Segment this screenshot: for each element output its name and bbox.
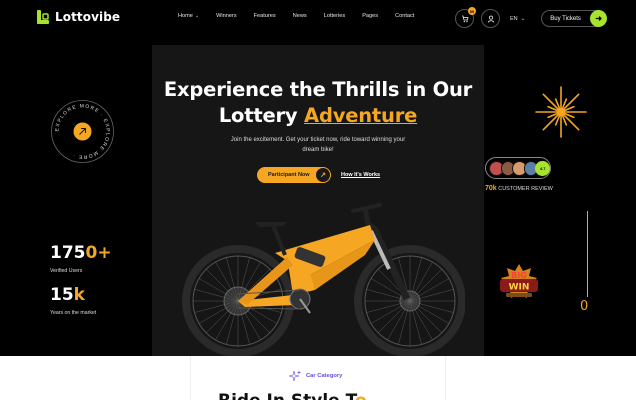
participate-label: Participant Now [268, 172, 310, 178]
participate-button[interactable]: Participant Now ↗ [257, 167, 331, 183]
hero-title-line1: Experience the Thrills in Our [163, 78, 473, 101]
hero-title-highlight: Adventure [304, 104, 418, 127]
user-icon [487, 15, 494, 23]
nav-item-contact[interactable]: Contact [395, 13, 414, 19]
category-label: Car Category [306, 372, 343, 379]
buy-tickets-button[interactable]: Buy Tickets ➜ [541, 10, 608, 27]
nav-label: Winners [216, 13, 237, 19]
progress-line [587, 211, 588, 297]
big-win-line1: BIG [511, 271, 527, 280]
nav-item-news[interactable]: News [293, 13, 307, 19]
arrow-up-right-icon: ↗ [316, 168, 330, 182]
customer-review: 70k CUSTOMER REVIEW [485, 185, 553, 192]
site-header: Lottovibe Home ⌄ Winners Features News Lotter… [0, 0, 636, 36]
nav-label: News [292, 13, 307, 19]
logo-icon [37, 10, 49, 24]
chevron-down-icon: ⌄ [520, 15, 526, 22]
bike-image [182, 203, 465, 357]
hero-title: Experience the Thrills in Our Lottery Ad… [152, 77, 484, 129]
nav-item-features[interactable]: Features [254, 13, 276, 19]
nav-item-home[interactable]: Home ⌄ [178, 13, 199, 19]
cart-button[interactable]: 00 [455, 7, 476, 28]
chevron-down-icon: ⌄ [194, 13, 200, 19]
main-nav: Home ⌄ Winners Features News Lotteries Pages Co… [178, 13, 431, 19]
language-select[interactable]: EN ⌄ [510, 16, 525, 22]
nav-item-pages[interactable]: Pages [362, 13, 378, 19]
arrow-right-icon: ➜ [590, 10, 608, 27]
stat-years-label: Years on the market [50, 310, 97, 316]
nav-label: Pages [362, 13, 379, 19]
nav-label: Home [178, 13, 193, 19]
cart-icon [461, 15, 468, 22]
stat-users-number: 1750+ [50, 243, 112, 263]
nav-label: Contact [395, 13, 415, 19]
hero-subtitle: Join the excitement. Get your ticket now… [230, 137, 406, 153]
buy-tickets-label: Buy Tickets [550, 15, 581, 22]
hero-title-line2: Lottery [218, 104, 305, 127]
nav-label: Features [253, 13, 276, 19]
brand-name: Lottovibe [55, 10, 121, 24]
big-win-line2: WIN [509, 283, 530, 293]
header-actions: 00 EN ⌄ Buy Tickets ➜ [455, 7, 608, 28]
category-title: Ride In Style To [218, 391, 367, 400]
rating-badge: 4.7 [535, 160, 550, 176]
sparkle-icon [288, 370, 301, 381]
nav-item-lotteries[interactable]: Lotteries [324, 13, 345, 19]
customer-avatars: 4.7 [485, 157, 551, 179]
category-header: Car Category [288, 370, 342, 381]
big-win-logo: BIG WIN [500, 264, 538, 298]
nav-label: Lotteries [323, 13, 346, 19]
cart-count-badge: 00 [468, 7, 476, 15]
explore-more-badge[interactable]: EXPLORE MORE · EXPLORE MORE · [50, 99, 115, 164]
hero-actions: Participant Now ↗ How It's Works [257, 167, 380, 183]
starburst-icon [535, 86, 587, 138]
how-it-works-link[interactable]: How It's Works [341, 172, 380, 178]
account-button[interactable] [481, 9, 500, 28]
stat-years-number: 15k [50, 285, 85, 305]
nav-item-winners[interactable]: Winners [216, 13, 237, 19]
language-value: EN [510, 15, 518, 22]
slide-counter: 0 [580, 299, 589, 314]
stat-users-label: Verified Users [50, 268, 83, 274]
logo[interactable]: Lottovibe [36, 9, 120, 25]
